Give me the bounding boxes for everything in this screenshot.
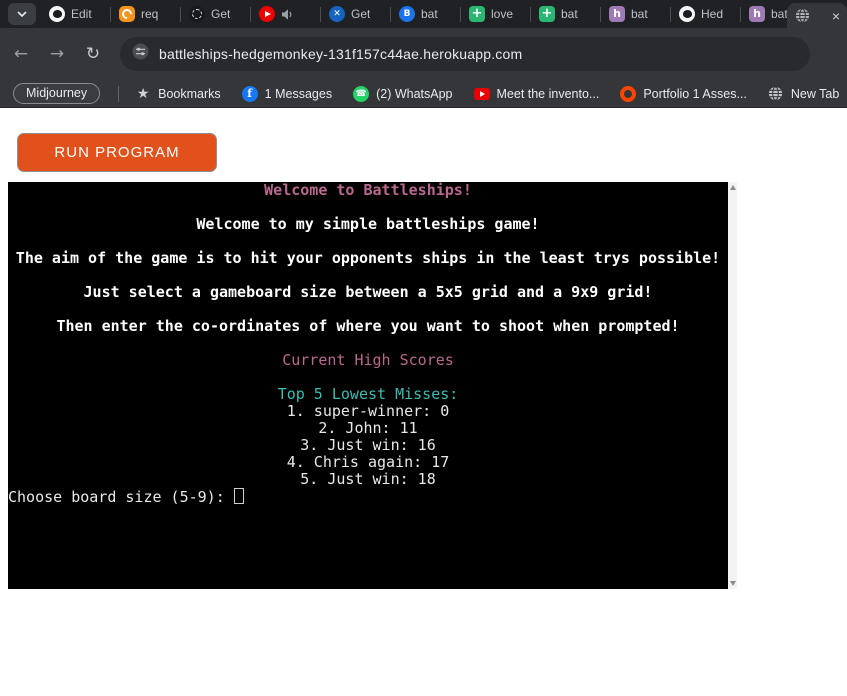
bookmark-item-meet-the-invento[interactable]: Meet the invento... bbox=[474, 86, 600, 102]
terminal-scrollbar[interactable] bbox=[728, 182, 737, 589]
terminal-line: Welcome to Battleships! bbox=[8, 182, 728, 199]
bookmark-item-portfolio-1-asses[interactable]: Portfolio 1 Asses... bbox=[620, 86, 747, 102]
tab-label: Hed bbox=[701, 7, 723, 21]
browser-tab[interactable]: req bbox=[111, 0, 180, 28]
back-button[interactable] bbox=[6, 39, 36, 69]
browser-tab[interactable] bbox=[251, 0, 320, 28]
terminal-cursor bbox=[234, 488, 244, 504]
tab-label: bat bbox=[421, 7, 438, 21]
bookmark-item-2-whatsapp[interactable]: (2) WhatsApp bbox=[353, 86, 452, 102]
url-text: battleships-hedgemonkey-131f157c44ae.her… bbox=[159, 46, 522, 62]
bookmark-label: New Tab bbox=[791, 87, 839, 101]
terminal-line bbox=[8, 199, 728, 216]
tab-strip: Edit req Get Get bat love bat bat Hed bat × bbox=[0, 0, 847, 28]
terminal-line: 3. Just win: 16 bbox=[8, 437, 728, 454]
browser-tab[interactable]: bat bbox=[741, 0, 787, 28]
terminal-line: 4. Chris again: 17 bbox=[8, 454, 728, 471]
terminal-line: Welcome to my simple battleships game! bbox=[8, 216, 728, 233]
terminal-line bbox=[8, 335, 728, 352]
active-tab[interactable]: × bbox=[787, 3, 847, 28]
bookmark-group-midjourney[interactable]: Midjourney bbox=[13, 83, 100, 104]
bookmark-list: Bookmarks 1 Messages (2) WhatsApp Meet the … bbox=[135, 86, 847, 102]
tab-close-button[interactable]: × bbox=[832, 9, 840, 23]
bookmark-label: Portfolio 1 Asses... bbox=[643, 87, 747, 101]
chevron-down-icon bbox=[17, 11, 27, 17]
ghdesk-icon bbox=[189, 6, 205, 22]
terminal-line: 2. John: 11 bbox=[8, 420, 728, 437]
browser-tab[interactable]: Get bbox=[181, 0, 250, 28]
scroll-up-arrow[interactable] bbox=[730, 185, 736, 190]
forward-button[interactable] bbox=[42, 39, 72, 69]
heroku-icon bbox=[749, 6, 765, 22]
browser-tab[interactable]: Get bbox=[321, 0, 390, 28]
site-info-icon[interactable] bbox=[132, 43, 149, 65]
terminal-line bbox=[8, 233, 728, 250]
terminal-line: The aim of the game is to hit your oppon… bbox=[8, 250, 728, 267]
browser-tab[interactable]: Edit bbox=[41, 0, 110, 28]
orange-ring-icon bbox=[620, 86, 636, 102]
green-icon bbox=[539, 6, 555, 22]
bookmarks-bar: Midjourney Bookmarks 1 Messages (2) WhatsA… bbox=[0, 80, 847, 108]
terminal-line bbox=[8, 267, 728, 284]
tab-audio-icon[interactable] bbox=[281, 8, 294, 21]
terminal-line bbox=[8, 301, 728, 318]
heroku-icon bbox=[609, 6, 625, 22]
youtube-icon bbox=[259, 6, 275, 22]
address-bar[interactable]: battleships-hedgemonkey-131f157c44ae.her… bbox=[120, 37, 810, 71]
terminal-line: Just select a gameboard size between a 5… bbox=[8, 284, 728, 301]
bookmarks-separator bbox=[118, 86, 119, 102]
terminal-line: 5. Just win: 18 bbox=[8, 471, 728, 488]
terminal-line: 1. super-winner: 0 bbox=[8, 403, 728, 420]
bookmark-label: Meet the invento... bbox=[497, 87, 600, 101]
bookmark-item-new-tab[interactable]: New Tab bbox=[768, 86, 839, 102]
tab-label: req bbox=[141, 7, 158, 21]
run-program-button[interactable]: RUN PROGRAM bbox=[17, 133, 217, 172]
bookmark-label: 1 Messages bbox=[265, 87, 332, 101]
terminal-line: Top 5 Lowest Misses: bbox=[8, 386, 728, 403]
tab-label: Get bbox=[211, 7, 230, 21]
facebook-icon bbox=[242, 86, 258, 102]
tab-label: bat bbox=[561, 7, 578, 21]
scroll-down-arrow[interactable] bbox=[730, 581, 736, 586]
tab-label: love bbox=[491, 7, 513, 21]
tab-list: Edit req Get Get bat love bat bat Hed bat bbox=[41, 0, 787, 28]
reload-button[interactable] bbox=[78, 39, 108, 69]
ytbm-icon bbox=[474, 86, 490, 102]
globe-icon bbox=[794, 8, 810, 24]
browser-tab[interactable]: bat bbox=[531, 0, 600, 28]
page-content: RUN PROGRAM Welcome to Battleships!Welco… bbox=[0, 108, 847, 696]
terminal-line bbox=[8, 369, 728, 386]
browser-toolbar: battleships-hedgemonkey-131f157c44ae.her… bbox=[0, 28, 847, 80]
terminal: Welcome to Battleships! Welcome to my sim… bbox=[8, 182, 737, 589]
green-icon bbox=[469, 6, 485, 22]
tab-search-button[interactable] bbox=[8, 3, 36, 25]
blue-pin-icon bbox=[329, 6, 345, 22]
gitpod-icon bbox=[119, 6, 135, 22]
browser-tab[interactable]: Hed bbox=[671, 0, 740, 28]
blue-b-icon bbox=[399, 6, 415, 22]
github-icon bbox=[679, 6, 695, 22]
bookmark-item-bookmarks[interactable]: Bookmarks bbox=[135, 86, 221, 102]
browser-window: Edit req Get Get bat love bat bat Hed bat × battl… bbox=[0, 0, 847, 696]
tab-label: Edit bbox=[71, 7, 92, 21]
bookmark-item-1-messages[interactable]: 1 Messages bbox=[242, 86, 332, 102]
terminal-line: Choose board size (5-9): bbox=[8, 488, 728, 506]
browser-tab[interactable]: bat bbox=[391, 0, 460, 28]
bookmark-label: Bookmarks bbox=[158, 87, 221, 101]
github-icon bbox=[49, 6, 65, 22]
tab-label: bat bbox=[631, 7, 648, 21]
terminal-line: Then enter the co-ordinates of where you… bbox=[8, 318, 728, 335]
browser-tab[interactable]: love bbox=[461, 0, 530, 28]
star-icon bbox=[135, 86, 151, 102]
tab-label: Get bbox=[351, 7, 370, 21]
whatsapp-icon bbox=[353, 86, 369, 102]
browser-tab[interactable]: bat bbox=[601, 0, 670, 28]
bookmark-label: (2) WhatsApp bbox=[376, 87, 452, 101]
globe-icon bbox=[768, 86, 784, 102]
tab-label: bat bbox=[771, 7, 787, 21]
terminal-output[interactable]: Welcome to Battleships! Welcome to my sim… bbox=[8, 182, 728, 589]
terminal-line: Current High Scores bbox=[8, 352, 728, 369]
